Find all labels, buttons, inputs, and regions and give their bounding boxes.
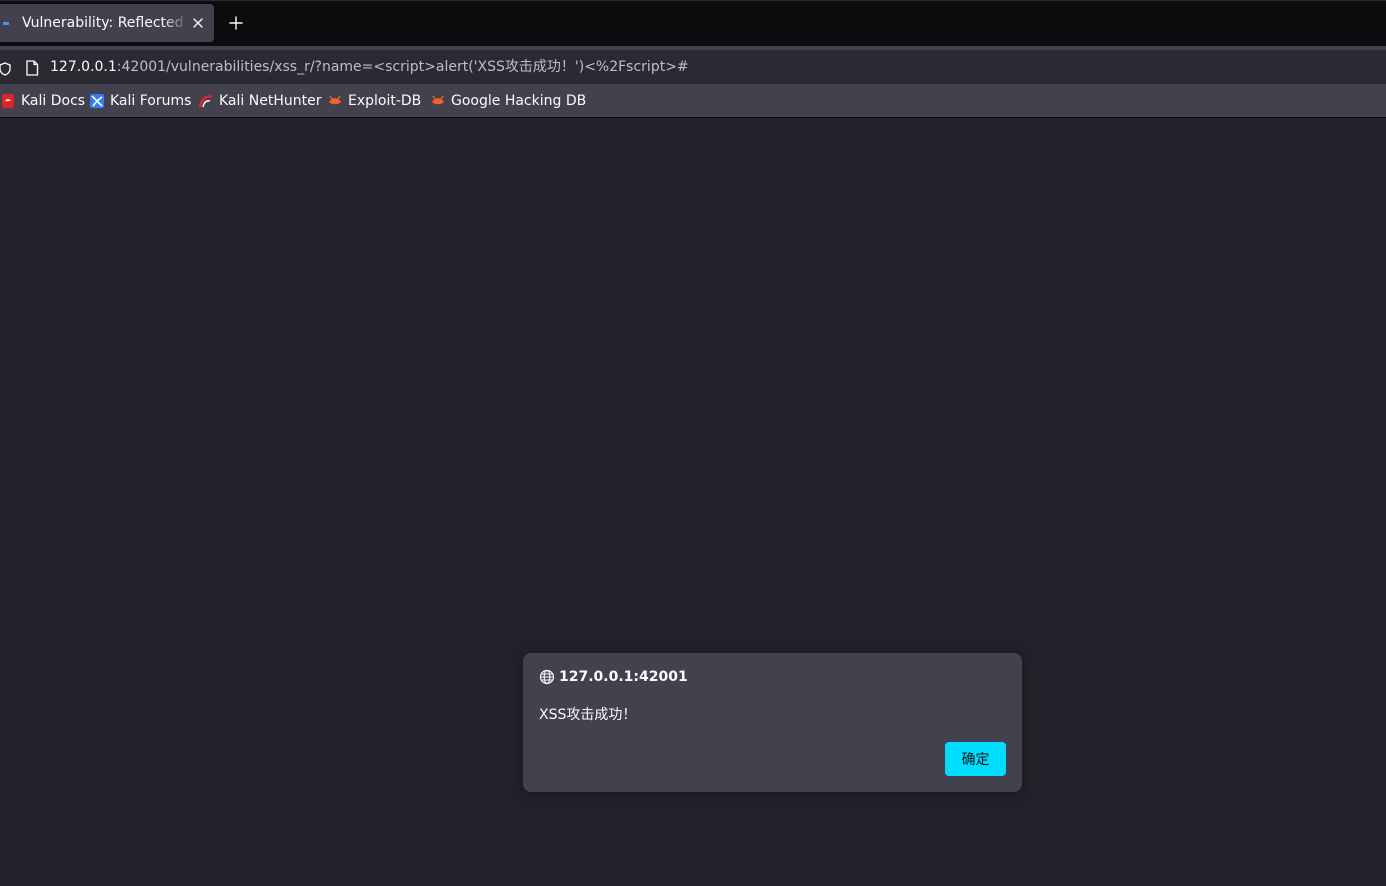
globe-icon bbox=[539, 669, 555, 689]
navigation-bar: 127.0.0.1:42001/vulnerabilities/xss_r/?n… bbox=[0, 46, 1386, 84]
bookmarks-toolbar: Kali Docs Kali Forums Kali NetHunter Exp… bbox=[0, 84, 1386, 118]
bookmark-label: Google Hacking DB bbox=[451, 92, 587, 109]
bookmark-label: Kali Forums bbox=[110, 92, 192, 109]
tab-title: Vulnerability: Reflected Cross Site Scri… bbox=[22, 15, 188, 31]
kali-docs-icon bbox=[0, 93, 16, 109]
url-path: :42001/vulnerabilities/xss_r/?name=<scri… bbox=[116, 59, 689, 75]
google-hacking-db-icon bbox=[430, 93, 446, 109]
tab-bar-border bbox=[0, 0, 1386, 1]
close-icon[interactable] bbox=[190, 15, 206, 31]
kali-forums-icon bbox=[89, 93, 105, 109]
tab-favicon-icon bbox=[3, 22, 9, 25]
tracking-shield-icon[interactable] bbox=[0, 61, 12, 80]
url-text[interactable]: 127.0.0.1:42001/vulnerabilities/xss_r/?n… bbox=[50, 50, 689, 84]
kali-nethunter-icon bbox=[198, 93, 214, 109]
tab-bar: Vulnerability: Reflected Cross Site Scri… bbox=[0, 0, 1386, 46]
bookmark-exploit-db[interactable]: Exploit-DB bbox=[327, 84, 421, 117]
bookmark-kali-forums[interactable]: Kali Forums bbox=[89, 84, 191, 117]
bookmark-kali-docs[interactable]: Kali Docs bbox=[0, 84, 85, 117]
bookmark-label: Kali Docs bbox=[21, 92, 86, 109]
url-host: 127.0.0.1 bbox=[50, 59, 117, 75]
url-bar[interactable]: 127.0.0.1:42001/vulnerabilities/xss_r/?n… bbox=[0, 50, 1386, 84]
dialog-message: XSS攻击成功！ bbox=[539, 707, 637, 723]
bookmark-label: Kali NetHunter bbox=[219, 92, 322, 109]
dialog-origin: 127.0.0.1:42001 bbox=[559, 669, 688, 685]
new-tab-plus-icon[interactable] bbox=[226, 13, 246, 33]
tab-active[interactable]: Vulnerability: Reflected Cross Site Scri… bbox=[0, 4, 214, 42]
ok-button[interactable]: 确定 bbox=[945, 742, 1006, 776]
bookmark-kali-nethunter[interactable]: Kali NetHunter bbox=[198, 84, 321, 117]
bookmark-label: Exploit-DB bbox=[348, 92, 422, 109]
exploit-db-icon bbox=[327, 93, 343, 109]
page-info-icon[interactable] bbox=[25, 60, 39, 80]
alert-dialog: 127.0.0.1:42001 XSS攻击成功！ 确定 bbox=[523, 653, 1022, 792]
bookmark-google-hacking-db[interactable]: Google Hacking DB bbox=[430, 84, 586, 117]
